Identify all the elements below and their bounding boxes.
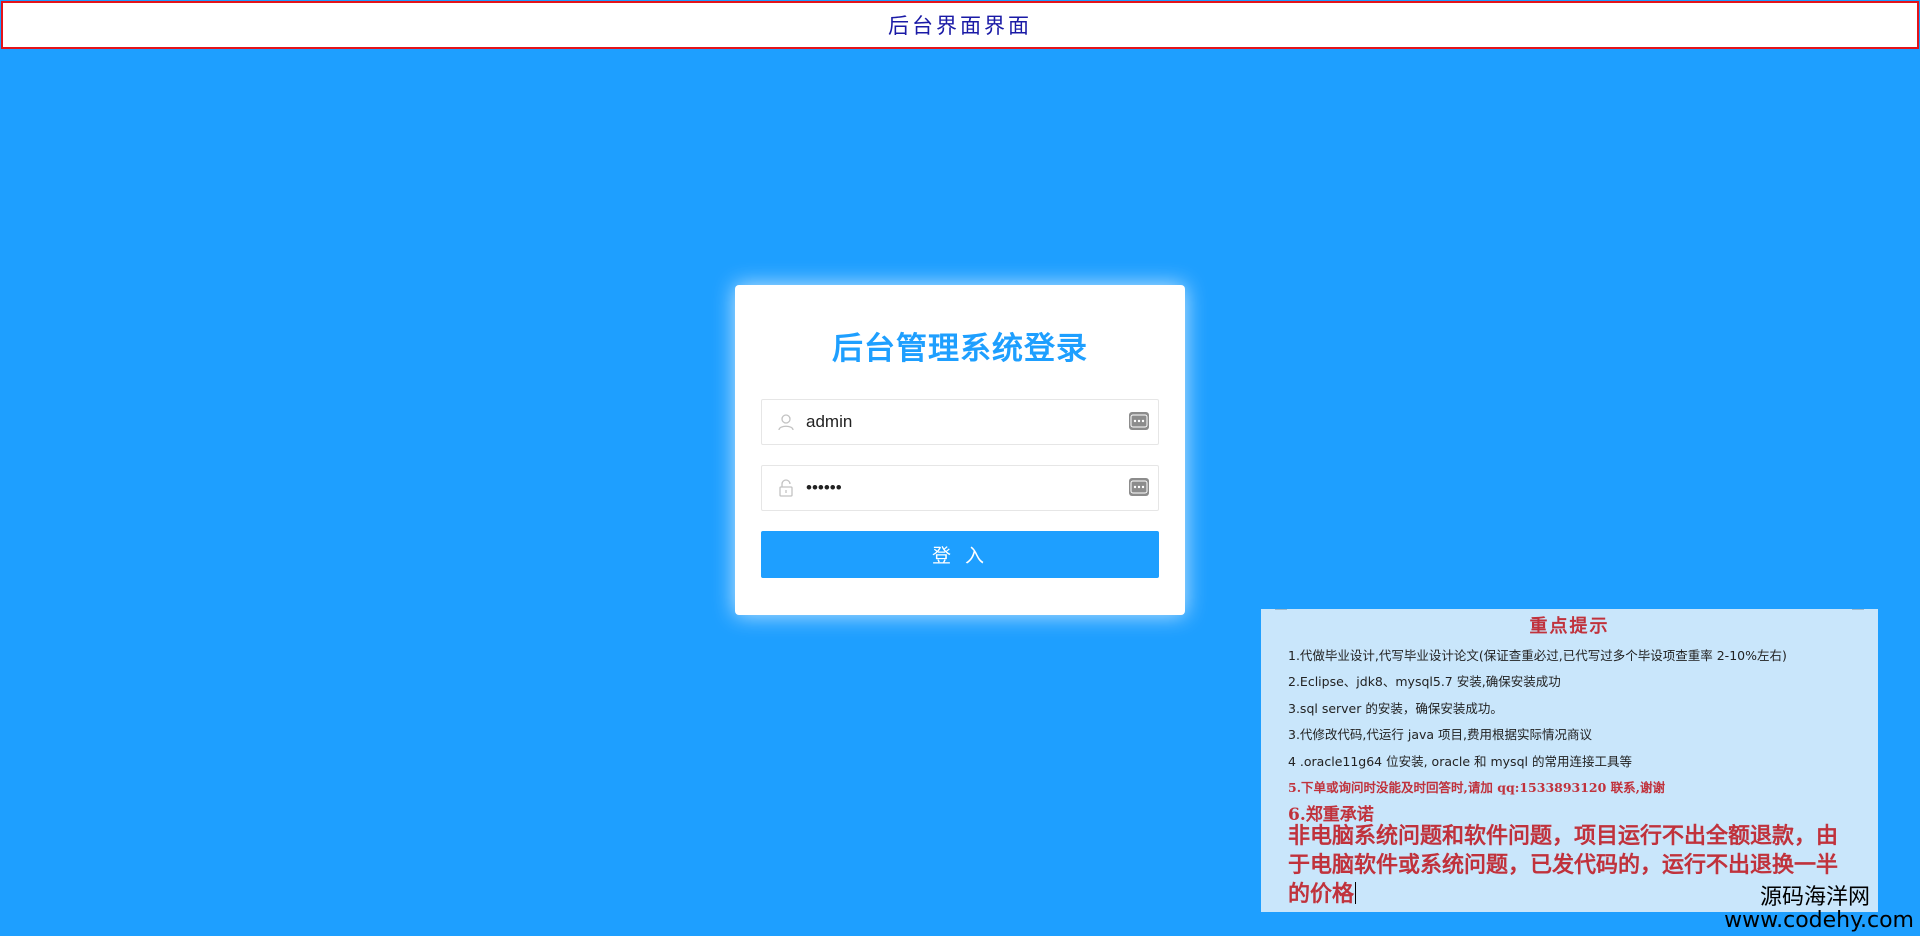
notice-line: 1.代做毕业设计,代写毕业设计论文(保证查重必过,已代写过多个毕设项查重率 2-… — [1288, 648, 1787, 663]
watermark: 源码海洋网 www.codehy.com — [1724, 886, 1914, 932]
watermark-url: www.codehy.com — [1724, 907, 1914, 933]
user-icon — [776, 412, 796, 432]
notice-contact-line: 5.下单或询问时没能及时回答时,请加 qq:1533893120 联系,谢谢 — [1288, 780, 1666, 795]
banner-title: 后台界面界面 — [888, 14, 1032, 38]
keyboard-icon[interactable] — [1129, 412, 1149, 430]
watermark-name: 源码海洋网 — [1759, 884, 1870, 910]
login-title: 后台管理系统登录 — [832, 331, 1088, 367]
notice-line: 3.代修改代码,代运行 java 项目,费用根据实际情况商议 — [1288, 727, 1593, 742]
top-banner: 后台界面界面 — [1, 1, 1919, 49]
keyboard-icon[interactable] — [1129, 478, 1149, 496]
username-field[interactable] — [761, 399, 1159, 445]
notice-line: 2.Eclipse、jdk8、mysql5.7 安装,确保安装成功 — [1288, 674, 1561, 689]
lock-icon — [776, 478, 796, 498]
login-card: 后台管理系统登录 admin 登 入 — [735, 285, 1185, 615]
corner-mark — [1275, 609, 1287, 610]
notice-line: 3.sql server 的安装，确保安装成功。 — [1288, 701, 1503, 716]
notice-line: 4 .oracle11g64 位安装, oracle 和 mysql 的常用连接… — [1288, 754, 1632, 769]
login-page: 后台界面界面 后台管理系统登录 admin 登 入 重点提示 1.代做毕业设计,… — [0, 0, 1920, 936]
notice-title: 重点提示 — [1529, 616, 1610, 637]
corner-mark — [1852, 609, 1864, 610]
username-input[interactable] — [806, 400, 1106, 444]
login-button[interactable]: 登 入 — [761, 531, 1159, 578]
password-field[interactable] — [761, 465, 1159, 511]
notice-panel: 重点提示 1.代做毕业设计,代写毕业设计论文(保证查重必过,已代写过多个毕设项查… — [1261, 609, 1878, 912]
password-input[interactable] — [806, 466, 1106, 510]
text-caret — [1355, 882, 1357, 904]
